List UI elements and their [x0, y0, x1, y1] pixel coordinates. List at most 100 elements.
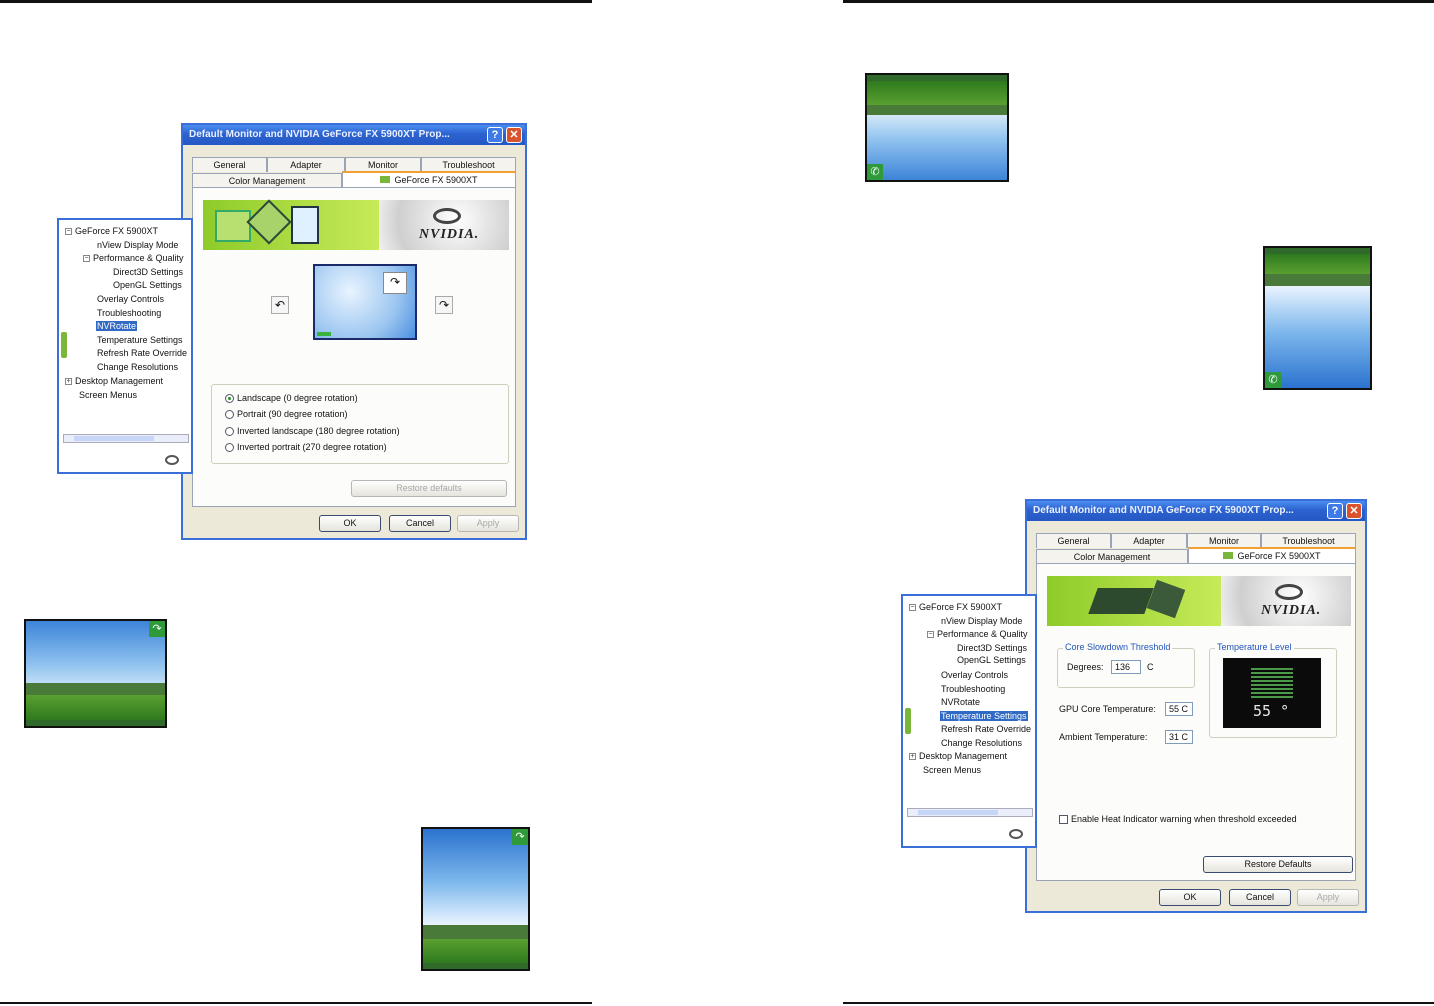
scroll-thumb[interactable]: [74, 436, 154, 441]
tab-adapter[interactable]: Adapter: [1111, 533, 1187, 548]
tree-item-nvrotate[interactable]: NVRotate: [941, 697, 980, 707]
portrait-field: [423, 939, 528, 963]
heat-indicator-checkbox[interactable]: [1059, 815, 1068, 825]
tree-item-direct3d[interactable]: Direct3D Settings: [957, 643, 1027, 653]
ok-button[interactable]: OK: [319, 515, 381, 532]
option-landscape-label: Landscape (0 degree rotation): [237, 393, 358, 403]
rotate-right-icon[interactable]: ↷: [435, 296, 453, 314]
expand-icon[interactable]: +: [65, 378, 72, 386]
title-bar[interactable]: Default Monitor and NVIDIA GeForce FX 59…: [183, 125, 525, 145]
panel-drag-handle[interactable]: [905, 708, 911, 734]
nvidia-eye-icon: [1275, 584, 1303, 600]
gpu-chip-graphic: [1146, 579, 1186, 619]
restore-defaults-button[interactable]: Restore Defaults: [1203, 856, 1353, 873]
tree-item-overlay[interactable]: Overlay Controls: [941, 670, 1008, 680]
tree-item-geforce[interactable]: − GeForce FX 5900XT: [909, 602, 1002, 612]
tree-item-nvrotate[interactable]: NVRotate: [96, 321, 138, 331]
tab-geforce[interactable]: GeForce FX 5900XT: [342, 171, 516, 188]
tree-item-opengl[interactable]: OpenGL Settings: [113, 280, 182, 290]
tree-item-performance[interactable]: − Performance & Quality: [83, 253, 184, 263]
gauge-readout: 55 °: [1253, 702, 1290, 720]
portrait-graphic: [291, 206, 319, 244]
nvidia-eye-icon[interactable]: [165, 455, 179, 465]
tab-general[interactable]: General: [192, 157, 267, 172]
title-bar[interactable]: Default Monitor and NVIDIA GeForce FX 59…: [1027, 501, 1365, 521]
invp-hills: [1265, 274, 1370, 286]
tab-color-management[interactable]: Color Management: [192, 173, 342, 188]
radio-inverted-landscape[interactable]: [225, 427, 234, 437]
degrees-input[interactable]: 136: [1111, 660, 1141, 674]
option-inverted-portrait[interactable]: Inverted portrait (270 degree rotation): [225, 442, 387, 453]
close-button[interactable]: ✕: [1346, 503, 1362, 519]
tree-item-refresh[interactable]: Refresh Rate Override: [97, 348, 187, 358]
cancel-button[interactable]: Cancel: [389, 515, 451, 532]
tab-troubleshoot[interactable]: Troubleshoot: [421, 157, 516, 172]
tree-item-geforce[interactable]: − GeForce FX 5900XT: [65, 226, 158, 236]
gpu-card-graphic: [1088, 588, 1154, 614]
tree-item-desktop[interactable]: + Desktop Management: [909, 751, 1007, 761]
tree-item-desktop[interactable]: + Desktop Management: [65, 376, 163, 386]
bottom-rule-right: [843, 1002, 1434, 1004]
expand-icon[interactable]: +: [909, 753, 916, 761]
cancel-button[interactable]: Cancel: [1229, 889, 1291, 906]
collapse-icon[interactable]: −: [909, 604, 916, 612]
close-button[interactable]: ✕: [506, 127, 522, 143]
tree-item-temperature[interactable]: Temperature Settings: [97, 335, 183, 345]
option-portrait[interactable]: Portrait (90 degree rotation): [225, 409, 348, 420]
tree-item-opengl[interactable]: OpenGL Settings: [957, 655, 1026, 665]
tree-item-performance[interactable]: − Performance & Quality: [927, 629, 1028, 639]
tree-item-resolutions[interactable]: Change Resolutions: [97, 362, 178, 372]
portrait-screenshot: ↷: [421, 827, 530, 971]
tree-item-nview[interactable]: nView Display Mode: [941, 616, 1022, 626]
tree-item-troubleshooting[interactable]: Troubleshooting: [97, 308, 161, 318]
horizontal-scrollbar[interactable]: [907, 808, 1033, 817]
phone-icon[interactable]: ✆: [867, 164, 883, 180]
tree-item-screen-menus[interactable]: Screen Menus: [79, 390, 137, 400]
radio-portrait[interactable]: [225, 410, 234, 420]
tree-item-refresh[interactable]: Refresh Rate Override: [941, 724, 1031, 734]
heat-indicator-option[interactable]: Enable Heat Indicator warning when thres…: [1059, 814, 1297, 825]
rotate-icon[interactable]: ↷: [512, 829, 528, 845]
tree-item-troubleshooting[interactable]: Troubleshooting: [941, 684, 1005, 694]
nvidia-settings-tree: − GeForce FX 5900XT nView Display Mode − P…: [57, 218, 193, 474]
preview-rotate-icon: ↷: [383, 272, 407, 294]
panel-drag-handle[interactable]: [61, 332, 67, 358]
option-inverted-landscape[interactable]: Inverted landscape (180 degree rotation): [225, 426, 400, 437]
option-portrait-label: Portrait (90 degree rotation): [237, 409, 348, 419]
tree-item-overlay[interactable]: Overlay Controls: [97, 294, 164, 304]
degrees-unit: C: [1147, 662, 1154, 672]
rotate-left-icon[interactable]: ↶: [271, 296, 289, 314]
collapse-icon[interactable]: −: [927, 631, 934, 639]
tree-item-resolutions[interactable]: Change Resolutions: [941, 738, 1022, 748]
radio-landscape[interactable]: [225, 394, 234, 404]
tree-item-direct3d[interactable]: Direct3D Settings: [113, 267, 183, 277]
apply-button[interactable]: Apply: [457, 515, 519, 532]
tab-adapter[interactable]: Adapter: [267, 157, 345, 172]
help-button[interactable]: ?: [487, 127, 503, 143]
nvidia-logo-area: NVIDIA.: [1221, 576, 1351, 626]
tab-troubleshoot[interactable]: Troubleshoot: [1261, 533, 1356, 548]
tree-item-screen-menus[interactable]: Screen Menus: [923, 765, 981, 775]
tree-item-nview[interactable]: nView Display Mode: [97, 240, 178, 250]
collapse-icon[interactable]: −: [83, 255, 90, 263]
ok-button[interactable]: OK: [1159, 889, 1221, 906]
tab-geforce[interactable]: GeForce FX 5900XT: [1188, 547, 1356, 564]
tab-monitor[interactable]: Monitor: [1187, 533, 1261, 548]
tab-general[interactable]: General: [1036, 533, 1111, 548]
collapse-icon[interactable]: −: [65, 228, 72, 236]
horizontal-scrollbar[interactable]: [63, 434, 189, 443]
option-landscape[interactable]: Landscape (0 degree rotation): [225, 393, 358, 404]
restore-defaults-button[interactable]: Restore defaults: [351, 480, 507, 497]
apply-button[interactable]: Apply: [1297, 889, 1359, 906]
nvidia-eye-icon[interactable]: [1009, 829, 1023, 839]
tab-color-management[interactable]: Color Management: [1036, 549, 1188, 564]
inverted-landscape-screenshot: ✆: [865, 73, 1009, 182]
ambient-temp-value: 31 C: [1165, 730, 1193, 744]
rotate-icon[interactable]: ↷: [149, 621, 165, 637]
phone-icon[interactable]: ✆: [1265, 372, 1281, 388]
tab-monitor[interactable]: Monitor: [345, 157, 421, 172]
radio-inverted-portrait[interactable]: [225, 443, 234, 453]
tree-item-temperature[interactable]: Temperature Settings: [940, 711, 1028, 721]
scroll-thumb[interactable]: [918, 810, 998, 815]
help-button[interactable]: ?: [1327, 503, 1343, 519]
